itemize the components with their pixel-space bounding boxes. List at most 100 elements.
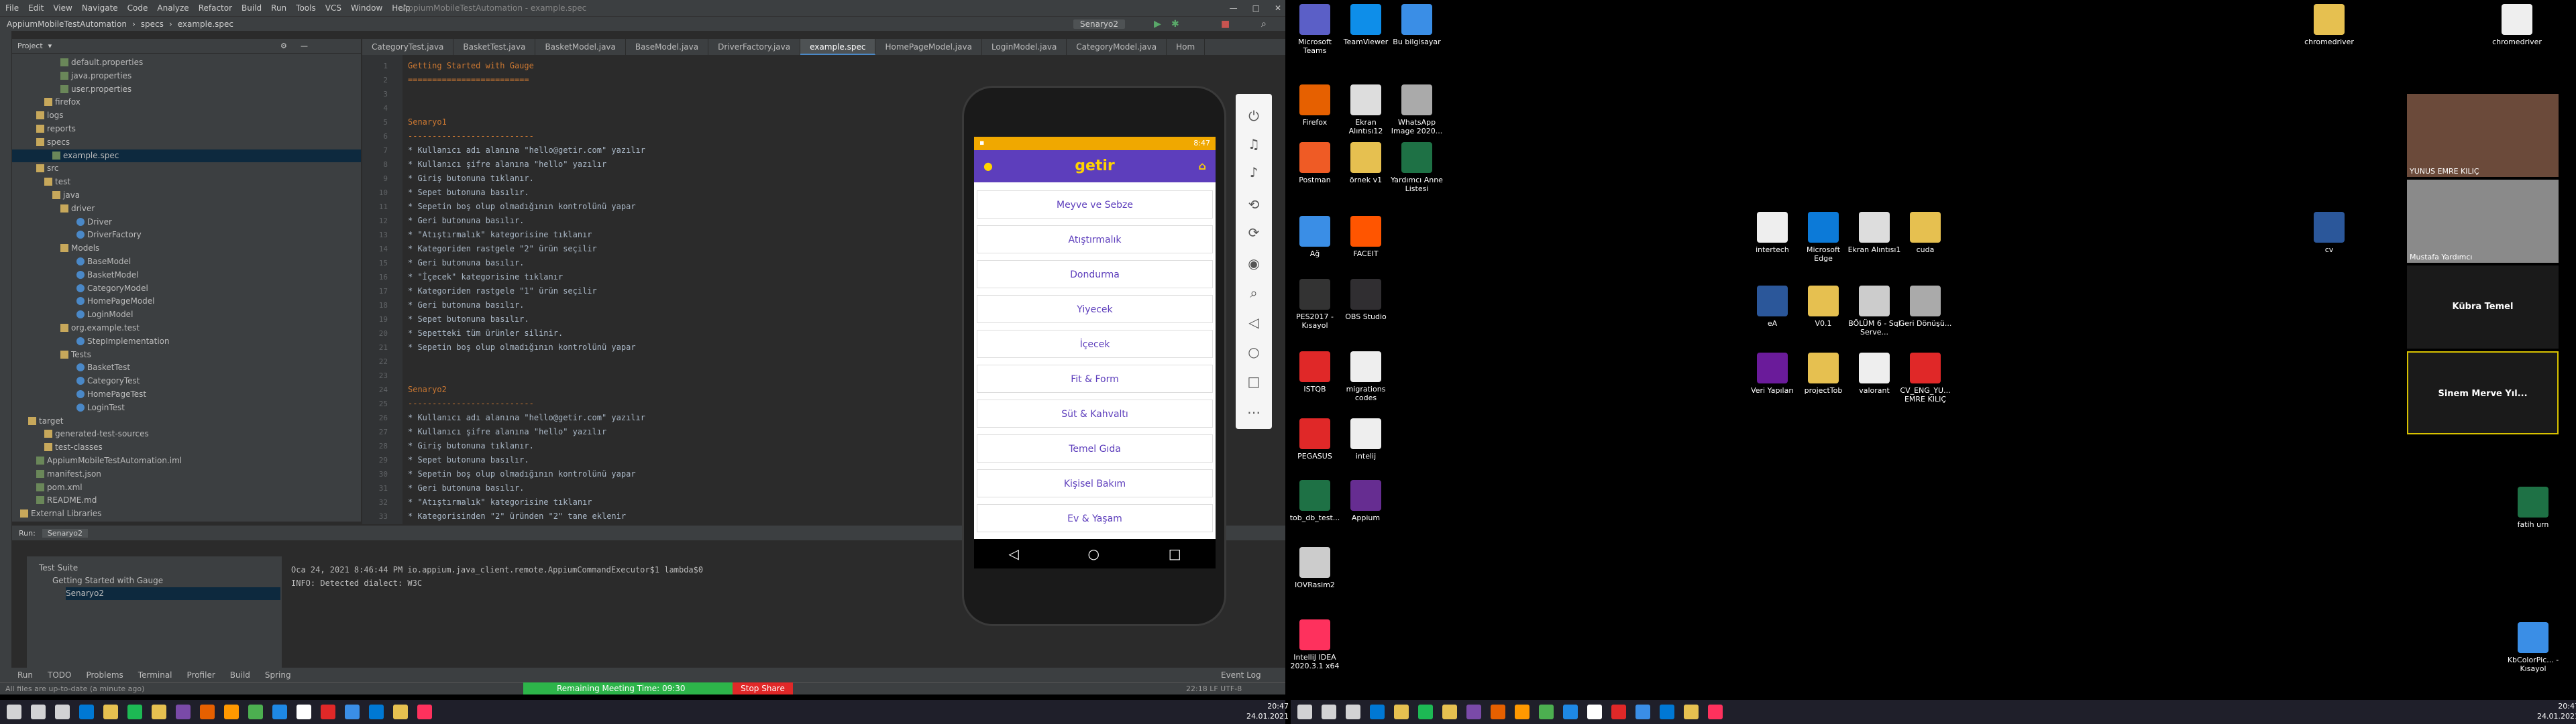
desktop-icon[interactable]: IOVRasim2 (1288, 547, 1342, 589)
participant-video[interactable]: Mustafa Yardımcı (2407, 180, 2559, 263)
tree-item[interactable]: src (12, 162, 361, 175)
category-button[interactable]: Atıştırmalık (977, 225, 1213, 253)
tree-item[interactable]: manifest.json (12, 468, 361, 481)
tree-item[interactable]: HomePageTest (12, 388, 361, 401)
tree-item[interactable]: BasketTest (12, 361, 361, 374)
firefox-icon[interactable] (1491, 705, 1505, 719)
menu-vcs[interactable]: VCS (325, 3, 341, 13)
tree-item[interactable]: HomePageModel (12, 295, 361, 308)
tree-item[interactable]: CategoryModel (12, 282, 361, 295)
tree-item[interactable]: test (12, 176, 361, 188)
tree-item[interactable]: AppiumMobileTestAutomation.iml (12, 455, 361, 467)
desktop-icon[interactable]: V0.1 (1796, 286, 1850, 328)
maximize-icon[interactable]: □ (1252, 3, 1260, 13)
desktop-icon[interactable]: cv (2302, 212, 2356, 254)
menu-window[interactable]: Window (351, 3, 382, 13)
files-icon[interactable] (393, 705, 408, 719)
desktop-icon[interactable]: PEGASUS (1288, 418, 1342, 461)
desktop-icon[interactable]: Ekran Alıntısı12 (1339, 84, 1393, 135)
tree-item[interactable]: driver (12, 202, 361, 215)
category-button[interactable]: Yiyecek (977, 295, 1213, 323)
vs-icon[interactable] (1466, 705, 1481, 719)
desktop-icon[interactable]: tob_db_test... (1288, 480, 1342, 522)
edge-icon[interactable] (1370, 705, 1385, 719)
volume-down-icon[interactable]: ♪ (1242, 162, 1265, 182)
gear-icon[interactable]: ⚙ (280, 42, 287, 50)
tree-item[interactable]: test-classes (12, 441, 361, 454)
tree-item[interactable]: firefox (12, 96, 361, 109)
desktop-icon[interactable]: OBS Studio (1339, 279, 1393, 321)
tree-item[interactable]: logs (12, 109, 361, 122)
desktop-icon[interactable]: Geri Dönüşü... (1898, 286, 1952, 328)
basket-icon[interactable]: ⌂ (1199, 150, 1206, 182)
stop-share-button[interactable]: Stop Share (733, 682, 793, 695)
tree-item[interactable]: org.example.test (12, 322, 361, 335)
category-button[interactable]: Kişisel Bakım (977, 469, 1213, 497)
desktop-icon[interactable]: migrations codes (1339, 351, 1393, 402)
close-icon[interactable]: ✕ (1275, 3, 1281, 13)
category-button[interactable]: Ev & Yaşam (977, 504, 1213, 532)
tree-item[interactable]: default.properties (12, 56, 361, 69)
desktop-icon[interactable]: chromedriver (2302, 4, 2356, 46)
menu-analyze[interactable]: Analyze (157, 3, 189, 13)
desktop-icon[interactable]: FACEIT (1339, 216, 1393, 258)
tree-item[interactable]: BaseModel (12, 255, 361, 268)
tree-item[interactable]: target (12, 415, 361, 428)
menu-file[interactable]: File (5, 3, 19, 13)
chrome-icon[interactable] (224, 705, 239, 719)
tool-tab-todo[interactable]: TODO (48, 670, 71, 680)
desktop-icon[interactable]: chromedriver (2490, 4, 2544, 46)
menu-navigate[interactable]: Navigate (82, 3, 118, 13)
chevron-down-icon[interactable]: ▾ (48, 42, 52, 50)
category-button[interactable]: Fit & Form (977, 365, 1213, 393)
tree-item[interactable]: user.properties (12, 83, 361, 96)
category-button[interactable]: Temel Gıda (977, 434, 1213, 463)
search-icon[interactable]: ⌕ (1261, 19, 1267, 29)
project-label[interactable]: Project (17, 42, 43, 50)
desktop-icon[interactable]: IntelliJ IDEA 2020.3.1 x64 (1288, 619, 1342, 670)
run-config-select[interactable]: Senaryo2 (1073, 19, 1125, 29)
tree-item[interactable]: java.properties (12, 70, 361, 82)
tree-item[interactable]: specs (12, 136, 361, 149)
breadcrumb-specs[interactable]: specs (141, 19, 164, 29)
desktop-icon[interactable]: Ağ (1288, 216, 1342, 258)
desktop-icon[interactable]: Microsoft Teams (1288, 4, 1342, 55)
participant-tile[interactable]: Kübra Temel (2407, 265, 2559, 349)
desktop-icon[interactable]: CV_ENG_YU... EMRE KILIÇ (1898, 353, 1952, 404)
tool-tab-run[interactable]: Run (17, 670, 33, 680)
tree-item[interactable]: BasketModel (12, 269, 361, 282)
category-button[interactable]: Süt & Kahvaltı (977, 400, 1213, 428)
desktop-icon[interactable]: cuda (1898, 212, 1952, 254)
obs-icon[interactable] (1587, 705, 1602, 719)
intellij-icon[interactable] (1708, 705, 1723, 719)
desktop-icon[interactable]: BÖLÜM 6 - Sql Serve... (1847, 286, 1901, 337)
desktop-icon[interactable]: Appium (1339, 480, 1393, 522)
rotate-right-icon[interactable]: ⟳ (1242, 223, 1265, 243)
camera-icon[interactable]: ◉ (1242, 253, 1265, 274)
taskview-icon[interactable] (55, 705, 70, 719)
desktop-icon[interactable]: KbColorPic... - Kısayol (2506, 622, 2560, 673)
folder-icon[interactable] (1442, 705, 1457, 719)
desktop-icon[interactable]: TeamViewer (1339, 4, 1393, 46)
rotate-left-icon[interactable]: ⟲ (1242, 194, 1265, 215)
tool-tab-problems[interactable]: Problems (86, 670, 123, 680)
category-button[interactable]: İçecek (977, 330, 1213, 358)
vs-icon[interactable] (176, 705, 191, 719)
participant-tile[interactable]: Sinem Merve Yıl... (2407, 351, 2559, 434)
intellij-icon[interactable] (417, 705, 432, 719)
desktop-icon[interactable]: ISTQB (1288, 351, 1342, 394)
tree-item[interactable]: generated-test-sources (12, 428, 361, 440)
run-tab[interactable]: Senaryo2 (42, 528, 89, 538)
desktop-icon[interactable]: örnek v1 (1339, 142, 1393, 184)
tool-tab-profiler[interactable]: Profiler (187, 670, 215, 680)
back-icon[interactable]: ◁ (1242, 312, 1265, 333)
desktop-icon[interactable]: fatih urn (2506, 487, 2560, 529)
tool-tab-spring[interactable]: Spring (265, 670, 291, 680)
tree-item[interactable]: Tests (12, 349, 361, 361)
editor-tab[interactable]: BasketModel.java (535, 39, 626, 55)
stop-icon[interactable]: ■ (1221, 19, 1230, 29)
tree-item[interactable]: reports (12, 123, 361, 135)
pdf-icon[interactable] (321, 705, 335, 719)
editor-tab[interactable]: Hom (1167, 39, 1205, 55)
debug-icon[interactable]: ✱ (1171, 19, 1179, 29)
